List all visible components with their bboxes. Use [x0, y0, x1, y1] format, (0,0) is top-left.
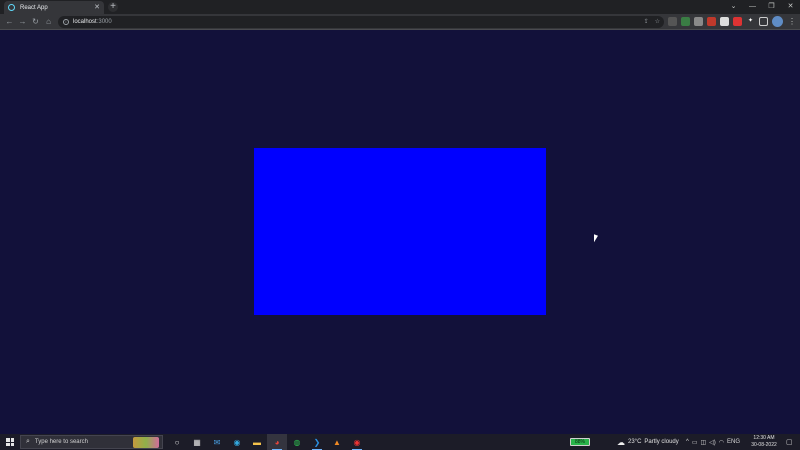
back-arrow-icon[interactable]: ← [4, 16, 15, 27]
vscode-icon[interactable]: ❯ [307, 434, 327, 450]
weather-condition: Partly cloudy [644, 439, 679, 445]
clock-date: 30-08-2022 [751, 442, 777, 448]
tab-search-button[interactable]: ⌄ [724, 0, 743, 14]
address-bar[interactable]: i localhost:3000 ⇪ ☆ [58, 16, 664, 28]
battery-percent: 88% [571, 439, 589, 445]
tab-close-icon[interactable]: ✕ [94, 4, 100, 11]
extension-leaf-icon[interactable] [681, 17, 690, 26]
home-icon[interactable]: ⌂ [43, 16, 54, 27]
side-panel-icon[interactable] [759, 17, 768, 26]
url-host: localhost [73, 19, 97, 25]
site-info-icon[interactable]: i [63, 19, 69, 25]
edge-icon[interactable]: ◉ [227, 434, 247, 450]
share-icon[interactable]: ⇪ [644, 18, 649, 26]
react-favicon-icon [8, 4, 15, 11]
whatsapp-icon[interactable]: ◍ [287, 434, 307, 450]
taskbar-apps: ○ ▦ ✉ ◉ ▬ ◕ ◍ ❯ ▲ ◉ [167, 434, 367, 450]
chrome-icon[interactable]: ◕ [267, 434, 287, 450]
new-tab-button[interactable]: + [108, 2, 118, 12]
taskbar-search[interactable]: ⌕ Type here to search [20, 435, 163, 449]
temperature: 23°C [628, 439, 642, 445]
file-explorer-icon[interactable]: ▬ [247, 434, 267, 450]
chevron-up-icon[interactable]: ^ [686, 439, 689, 445]
tab-title: React App [20, 4, 48, 11]
reload-icon[interactable]: ↻ [30, 16, 41, 27]
clock[interactable]: 12:30 AM 30-08-2022 [747, 435, 781, 449]
browser-tab[interactable]: React App ✕ [4, 1, 104, 14]
restore-button[interactable]: ❐ [762, 0, 781, 14]
partly-cloudy-icon: ☁ [617, 437, 625, 447]
url-port: :3000 [96, 19, 112, 25]
extension-grid-icon[interactable] [694, 17, 703, 26]
search-placeholder: Type here to search [34, 439, 88, 445]
omnibox-actions: ⇪ ☆ [644, 18, 660, 26]
clock-time: 12:30 AM [753, 435, 775, 441]
tab-strip: React App ✕ + ⌄ — ❐ ✕ [0, 0, 800, 14]
extensions-bar: ✦ [668, 17, 768, 26]
speaker-icon[interactable]: ◁) [709, 439, 716, 446]
vlc-icon[interactable]: ▲ [327, 434, 347, 450]
close-window-button[interactable]: ✕ [781, 0, 800, 14]
system-tray: ^ ▭ ◫ ◁) ◠ ENG [686, 434, 740, 450]
minimize-button[interactable]: — [743, 0, 762, 14]
extension-record-icon[interactable] [733, 17, 742, 26]
mail-icon[interactable]: ✉ [207, 434, 227, 450]
extension-circle-icon[interactable] [668, 17, 677, 26]
battery-indicator[interactable]: 88% [570, 438, 590, 446]
windows-start-icon[interactable] [6, 438, 14, 446]
network-icon[interactable]: ◫ [701, 439, 707, 446]
url-text: localhost:3000 [73, 19, 112, 25]
search-icon: ⌕ [26, 438, 30, 445]
mouse-cursor [594, 234, 598, 244]
cortana-icon[interactable]: ○ [167, 434, 187, 450]
language-indicator[interactable]: ENG [727, 439, 740, 445]
extensions-puzzle-icon[interactable]: ✦ [746, 17, 755, 26]
screen-recorder-icon[interactable]: ◉ [347, 434, 367, 450]
blue-panel [254, 148, 546, 315]
profile-avatar[interactable] [772, 16, 783, 27]
battery-tray-icon[interactable]: ▭ [692, 439, 698, 446]
page-viewport [0, 30, 800, 434]
extension-doc-icon[interactable] [720, 17, 729, 26]
taskbar: ⌕ Type here to search ○ ▦ ✉ ◉ ▬ ◕ ◍ ❯ ▲ … [0, 434, 800, 450]
task-view-icon[interactable]: ▦ [187, 434, 207, 450]
forward-arrow-icon[interactable]: → [17, 16, 28, 27]
browser-toolbar: ← → ↻ ⌂ i localhost:3000 ⇪ ☆ ✦ ⋮ [0, 14, 800, 30]
bookmark-star-icon[interactable]: ☆ [655, 18, 660, 26]
extension-red-icon[interactable] [707, 17, 716, 26]
browser-menu-icon[interactable]: ⋮ [788, 16, 796, 27]
weather-widget[interactable]: ☁ 23°C Partly cloudy [617, 434, 679, 450]
window-controls: ⌄ — ❐ ✕ [724, 0, 800, 14]
wifi-icon[interactable]: ◠ [719, 439, 724, 446]
notification-icon[interactable]: ▢ [786, 438, 793, 446]
search-highlight-art [133, 437, 159, 448]
